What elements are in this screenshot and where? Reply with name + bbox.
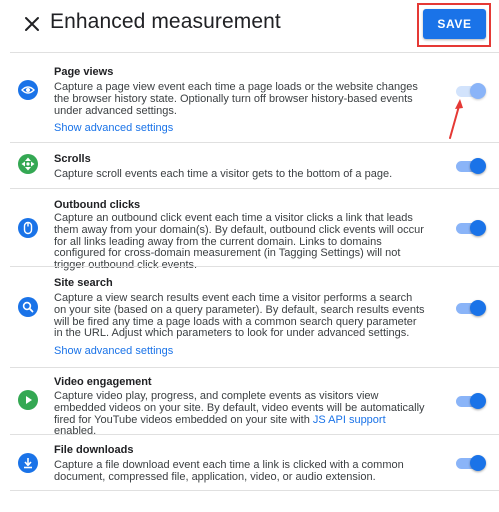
red-arrow-annotation — [449, 99, 463, 139]
video-engagement-toggle[interactable] — [456, 393, 486, 409]
search-icon — [18, 297, 38, 317]
site-search-toggle[interactable] — [456, 300, 486, 316]
row-title: Scrolls — [54, 153, 91, 165]
setting-row-site-search: Site search Capture a view search result… — [0, 267, 499, 367]
toggle-thumb — [470, 393, 486, 409]
row-title: Site search — [54, 277, 113, 289]
close-icon[interactable] — [20, 12, 44, 36]
row-description: Capture a file download event each time … — [54, 459, 404, 483]
outbound-clicks-toggle[interactable] — [456, 220, 486, 236]
show-advanced-settings-link[interactable]: Show advanced settings — [54, 122, 173, 134]
toggle-thumb — [470, 83, 486, 99]
page-title: Enhanced measurement — [50, 10, 281, 33]
setting-row-scrolls: Scrolls Capture scroll events each time … — [0, 143, 499, 188]
row-description: Capture a page view event each time a pa… — [54, 81, 418, 117]
file-downloads-toggle[interactable] — [456, 455, 486, 471]
toggle-thumb — [470, 300, 486, 316]
play-icon — [18, 390, 38, 410]
row-title: Outbound clicks — [54, 199, 141, 211]
dialog-header: Enhanced measurement SAVE — [0, 0, 499, 50]
scroll-icon — [18, 154, 38, 174]
mouse-icon — [18, 218, 38, 238]
divider — [10, 490, 499, 491]
eye-icon — [18, 80, 38, 100]
save-button[interactable]: SAVE — [423, 9, 486, 39]
row-title: Video engagement — [54, 376, 152, 388]
row-title: Page views — [54, 66, 114, 78]
row-description: Capture a view search results event each… — [54, 292, 425, 340]
row-description: Capture an outbound click event each tim… — [54, 212, 424, 271]
js-api-support-link[interactable]: JS API support — [313, 414, 386, 426]
setting-row-video-engagement: Video engagement Capture video play, pro… — [0, 368, 499, 437]
row-title: File downloads — [54, 444, 134, 456]
setting-row-page-views: Page views Capture a page view event eac… — [0, 53, 499, 142]
row-description: Capture scroll events each time a visito… — [54, 168, 393, 180]
row-description: Capture video play, progress, and comple… — [54, 390, 426, 438]
show-advanced-settings-link[interactable]: Show advanced settings — [54, 345, 173, 357]
toggle-thumb — [470, 158, 486, 174]
setting-row-outbound-clicks: Outbound clicks Capture an outbound clic… — [0, 189, 499, 271]
toggle-thumb — [470, 455, 486, 471]
download-icon — [18, 453, 38, 473]
toggle-thumb — [470, 220, 486, 236]
scrolls-toggle[interactable] — [456, 158, 486, 174]
setting-row-file-downloads: File downloads Capture a file download e… — [0, 435, 499, 490]
